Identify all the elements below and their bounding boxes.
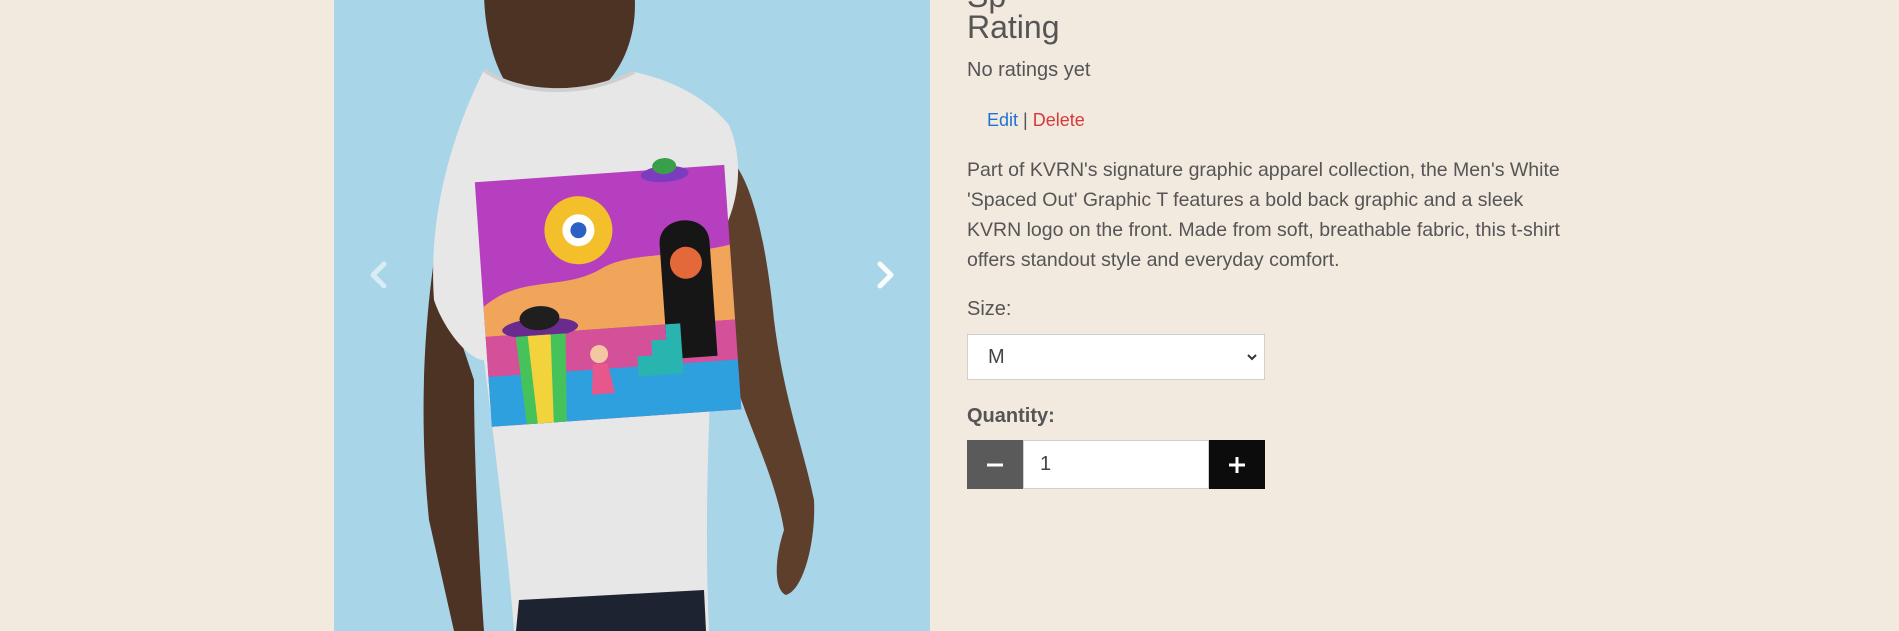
edit-link[interactable]: Edit	[987, 110, 1018, 130]
product-image-carousel	[334, 0, 930, 631]
minus-icon	[987, 463, 1003, 466]
product-photo	[334, 0, 930, 631]
action-separator: |	[1023, 110, 1028, 130]
size-selected-value: M	[988, 345, 1005, 368]
delete-link[interactable]: Delete	[1033, 110, 1085, 130]
chevron-down-icon	[1247, 354, 1257, 361]
product-actions: Edit | Delete	[987, 107, 1085, 133]
rating-heading: Rating	[967, 9, 1060, 45]
quantity-label: Quantity:	[967, 405, 1055, 427]
quantity-stepper: 1	[967, 440, 1265, 489]
carousel-next-button[interactable]	[866, 250, 906, 300]
size-label: Size:	[967, 298, 1012, 320]
quantity-increase-button[interactable]	[1209, 440, 1265, 489]
carousel-prev-button[interactable]	[358, 250, 398, 300]
chevron-left-icon	[370, 261, 387, 289]
quantity-decrease-button[interactable]	[967, 440, 1023, 489]
quantity-input[interactable]: 1	[1023, 440, 1209, 489]
plus-icon	[1229, 456, 1245, 473]
rating-status: No ratings yet	[967, 59, 1091, 81]
size-select[interactable]: M	[967, 334, 1265, 380]
product-description: Part of KVRN's signature graphic apparel…	[967, 159, 1560, 271]
chevron-right-icon	[877, 261, 894, 289]
